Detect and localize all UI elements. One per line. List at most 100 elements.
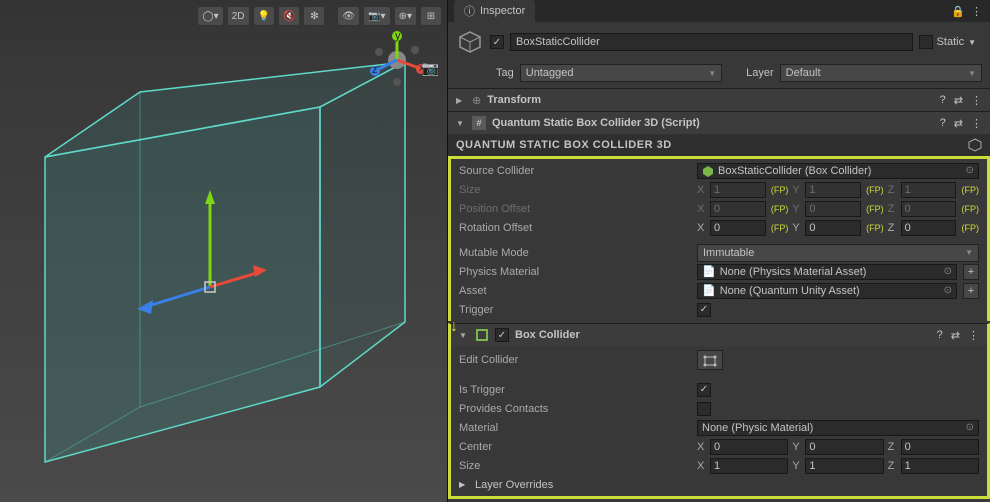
rot-y[interactable] <box>805 220 861 236</box>
help-icon[interactable]: ? <box>940 117 946 130</box>
source-collider-field[interactable]: BoxStaticCollider (Box Collider)⊙ <box>697 163 979 179</box>
center-x[interactable] <box>710 439 788 455</box>
transform-icon: ⊕ <box>472 94 481 107</box>
scene-view[interactable]: ◯▾ 2D 💡 🔇 ❇ 👁 📷▾ ⊕▾ ⊞ y x z 📷 <box>0 0 448 502</box>
bc-size-x[interactable] <box>710 458 788 474</box>
btn-fx[interactable]: ❇ <box>303 6 325 26</box>
btn-gizmos[interactable]: ⊕▾ <box>394 6 417 26</box>
rot-offset-label: Rotation Offset <box>459 222 691 234</box>
center-z[interactable] <box>901 439 979 455</box>
preset-icon[interactable]: ⇄ <box>954 117 963 130</box>
asset-label: Asset <box>459 285 691 297</box>
btn-camera[interactable]: 📷▾ <box>363 6 390 26</box>
center-label: Center <box>459 441 691 453</box>
size-y <box>805 182 861 198</box>
btn-hidden[interactable]: 👁 <box>337 6 360 26</box>
svg-text:y: y <box>395 30 401 42</box>
svg-text:z: z <box>372 64 378 76</box>
size-label: Size <box>459 184 691 196</box>
boxcollider-icon <box>475 328 489 342</box>
bc-size-label: Size <box>459 460 691 472</box>
size-z <box>901 182 957 198</box>
mutable-label: Mutable Mode <box>459 247 691 259</box>
btn-2d[interactable]: 2D <box>227 6 250 26</box>
material-label: Material <box>459 422 691 434</box>
provides-contacts-checkbox[interactable] <box>697 402 711 416</box>
edit-collider-label: Edit Collider <box>459 354 691 366</box>
hex-icon <box>968 138 982 152</box>
scene-toolbar: ◯▾ 2D 💡 🔇 ❇ 👁 📷▾ ⊕▾ ⊞ <box>5 5 442 27</box>
size-x <box>710 182 766 198</box>
transform-title: Transform <box>487 94 933 106</box>
preset-icon[interactable]: ⇄ <box>954 94 963 107</box>
quantum-component-header[interactable]: ▼ # Quantum Static Box Collider 3D (Scri… <box>448 112 990 134</box>
pos-x <box>710 201 766 217</box>
object-name-field[interactable] <box>510 33 913 51</box>
static-label: Static <box>937 36 965 48</box>
btn-audio[interactable]: 🔇 <box>278 6 300 26</box>
preset-icon[interactable]: ⇄ <box>951 329 960 342</box>
istrigger-checkbox[interactable] <box>697 383 711 397</box>
quantum-title: Quantum Static Box Collider 3D (Script) <box>492 117 934 129</box>
rot-z[interactable] <box>901 220 957 236</box>
quantum-section: QUANTUM STATIC BOX COLLIDER 3D <box>448 134 990 156</box>
material-field[interactable]: None (Physic Material)⊙ <box>697 420 979 436</box>
edit-collider-button[interactable] <box>697 350 723 370</box>
trigger-checkbox[interactable] <box>697 303 711 317</box>
tag-label: Tag <box>496 67 514 79</box>
scene-cube <box>5 32 443 498</box>
kebab-icon[interactable]: ⋮ <box>971 5 982 18</box>
layer-dropdown[interactable]: Default▼ <box>780 64 982 82</box>
source-collider-label: Source Collider <box>459 165 691 177</box>
gameobject-icon[interactable] <box>456 28 484 56</box>
cube-icon <box>702 165 714 177</box>
btn-light[interactable]: 💡 <box>253 6 275 26</box>
highlight-arrow-icon: ↓ <box>450 318 458 336</box>
trigger-label: Trigger <box>459 304 691 316</box>
pos-y <box>805 201 861 217</box>
active-checkbox[interactable] <box>490 35 504 49</box>
transform-header[interactable]: ▶ ⊕ Transform ?⇄⋮ <box>448 89 990 111</box>
tag-dropdown[interactable]: Untagged▼ <box>520 64 722 82</box>
add-button[interactable]: + <box>963 264 979 280</box>
script-icon: # <box>472 116 486 130</box>
btn-grid[interactable]: ⊞ <box>420 6 442 26</box>
tab-label: Inspector <box>480 5 525 17</box>
tool-dropdown[interactable]: ◯▾ <box>197 6 223 26</box>
tab-inspector[interactable]: ⓘ Inspector <box>454 0 535 22</box>
rot-x[interactable] <box>710 220 766 236</box>
camera-icon[interactable]: 📷 <box>422 60 439 77</box>
info-icon: ⓘ <box>464 3 475 19</box>
asset-field[interactable]: 📄None (Quantum Unity Asset)⊙ <box>697 283 957 299</box>
file-icon: 📄 <box>702 265 716 278</box>
provides-contacts-label: Provides Contacts <box>459 403 691 415</box>
file-icon: 📄 <box>702 284 716 297</box>
help-icon[interactable]: ? <box>937 329 943 342</box>
bc-size-z[interactable] <box>901 458 979 474</box>
center-y[interactable] <box>805 439 883 455</box>
kebab-icon[interactable]: ⋮ <box>968 329 979 342</box>
physics-material-field[interactable]: 📄None (Physics Material Asset)⊙ <box>697 264 957 280</box>
mutable-dropdown[interactable]: Immutable▼ <box>697 244 979 262</box>
gameobject-header: Static ▼ <box>448 22 990 62</box>
lock-icon[interactable]: 🔒 <box>951 5 965 18</box>
static-checkbox[interactable] <box>919 35 933 49</box>
inspector-panel: ⓘ Inspector 🔒 ⋮ Static ▼ Tag Untagged▼ L… <box>448 0 990 502</box>
bc-size-y[interactable] <box>805 458 883 474</box>
static-dropdown[interactable]: ▼ <box>968 38 976 47</box>
picker-icon[interactable]: ⊙ <box>966 165 974 176</box>
kebab-icon[interactable]: ⋮ <box>971 94 982 107</box>
help-icon[interactable]: ? <box>940 94 946 107</box>
pos-offset-label: Position Offset <box>459 203 691 215</box>
physics-material-label: Physics Material <box>459 266 691 278</box>
istrigger-label: Is Trigger <box>459 384 691 396</box>
kebab-icon[interactable]: ⋮ <box>971 117 982 130</box>
box-collider-header[interactable]: ▼ Box Collider ?⇄⋮ <box>451 324 987 346</box>
layer-overrides-label[interactable]: Layer Overrides <box>475 479 553 491</box>
pos-z <box>901 201 957 217</box>
view-gizmo[interactable]: y x z <box>367 30 427 90</box>
box-collider-title: Box Collider <box>515 329 931 341</box>
add-button[interactable]: + <box>963 283 979 299</box>
component-enabled-checkbox[interactable] <box>495 328 509 342</box>
layer-label: Layer <box>746 67 774 79</box>
